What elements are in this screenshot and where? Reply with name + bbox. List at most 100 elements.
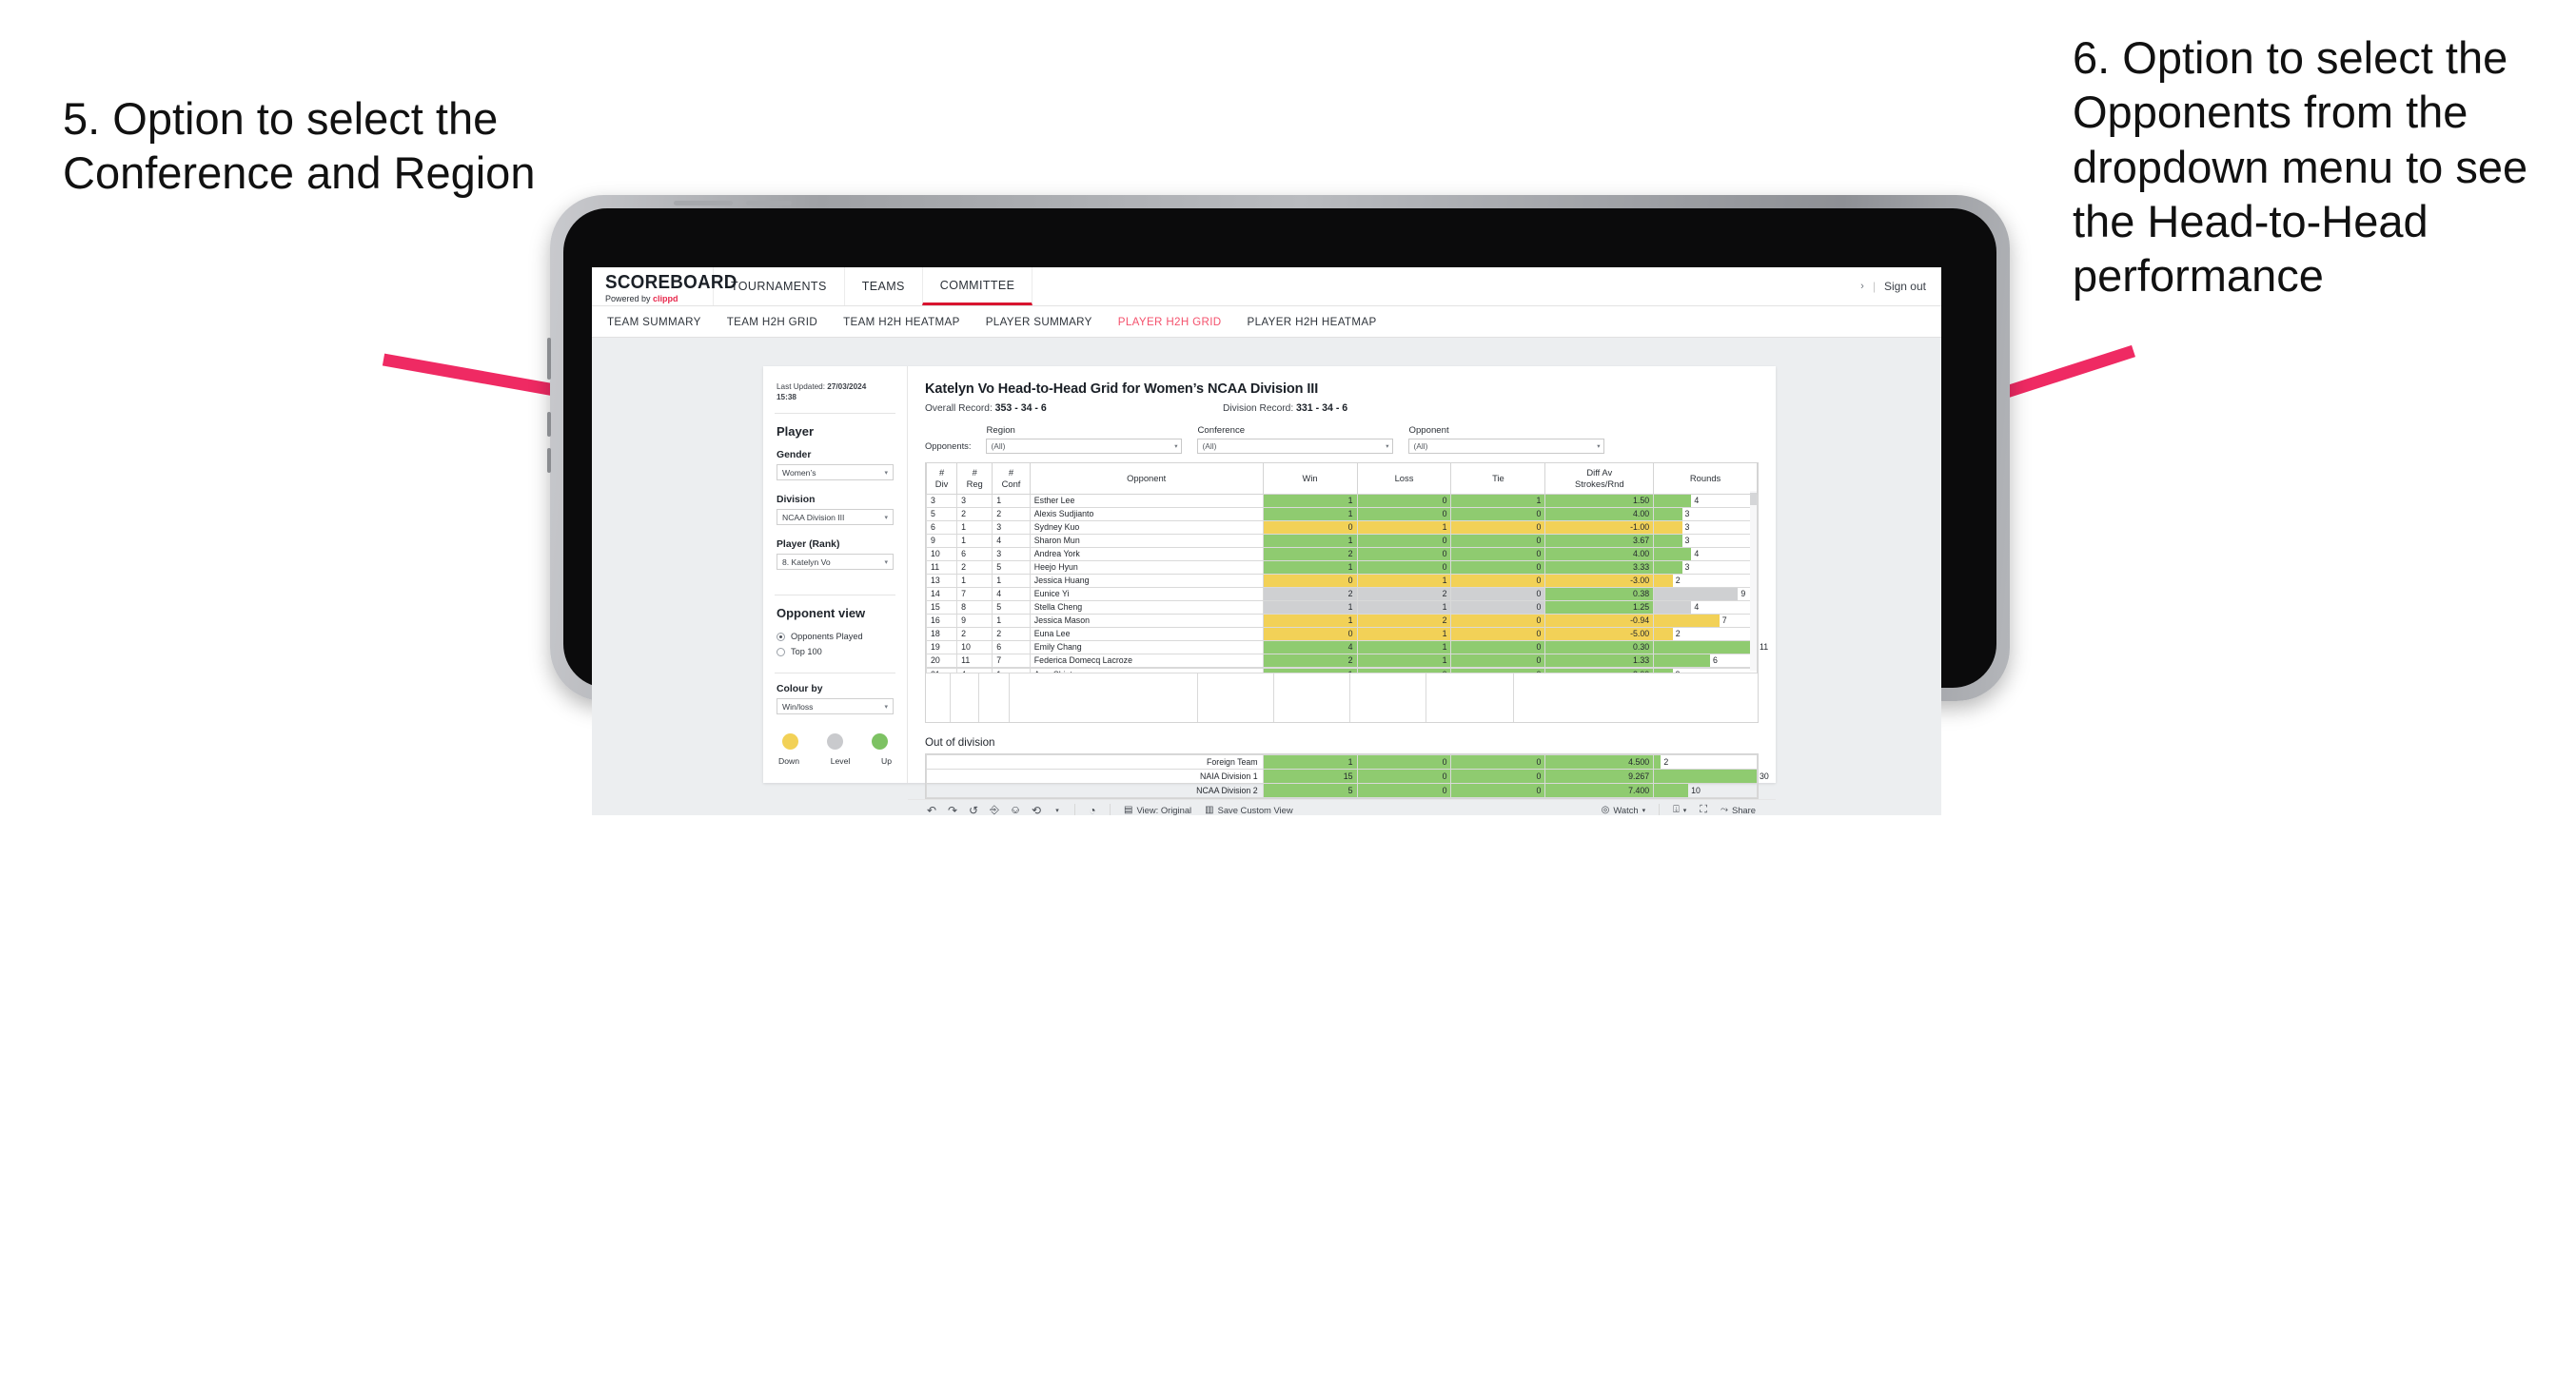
cell-loss: 2: [1356, 586, 1452, 601]
tab-player-summary[interactable]: PLAYER SUMMARY: [986, 316, 1092, 328]
table-header-win[interactable]: Win: [1262, 463, 1358, 495]
cell-reg: 2: [956, 506, 993, 521]
legend-label-level: Level: [830, 756, 851, 766]
clock-icon[interactable]: ◔: [1082, 800, 1103, 816]
refresh-data-icon[interactable]: ⎆: [984, 800, 1005, 815]
division-select[interactable]: NCAA Division III ▾: [777, 509, 894, 526]
cell-div: 3: [925, 493, 958, 508]
sidebar-heading-player: Player: [777, 424, 815, 439]
cell-reg: 2: [956, 559, 993, 575]
cell-diff: -3.00: [1544, 573, 1655, 588]
cell-diff: 4.00: [1544, 506, 1655, 521]
cell-div: 15: [925, 599, 958, 615]
page-title: Katelyn Vo Head-to-Head Grid for Women’s…: [925, 381, 1319, 397]
table-scrollbar[interactable]: [1750, 491, 1757, 671]
cell-win: 1: [1262, 613, 1358, 628]
ood-row[interactable]: NAIA Division 1 15 0 0 9.267 30: [926, 768, 1769, 784]
radio-label-opponents-played: Opponents Played: [791, 632, 863, 642]
player-rank-select[interactable]: 8. Katelyn Vo ▾: [777, 554, 894, 571]
division-value: NCAA Division III: [782, 512, 845, 522]
table-row[interactable]: 10 6 3 Andrea York 2 0 0 4.00 4: [925, 546, 1758, 561]
pause-updates-icon[interactable]: ⎉: [1005, 800, 1026, 815]
table-row[interactable]: 14 7 4 Eunice Yi 2 2 0 0.38 9: [925, 586, 1758, 601]
revert-icon[interactable]: ↺: [963, 800, 984, 816]
table-row[interactable]: 11 2 5 Heejo Hyun 1 0 0 3.33 3: [925, 559, 1758, 575]
last-updated-text: Last Updated: 27/03/2024 15:38: [763, 381, 907, 402]
colour-legend: Down Level Up: [763, 733, 907, 783]
cell-loss: 0: [1356, 533, 1452, 548]
watch-button[interactable]: ◎ Watch ▾: [1595, 805, 1652, 815]
cell-tie: 0: [1450, 599, 1546, 615]
tab-player-h2h-grid[interactable]: PLAYER H2H GRID: [1118, 316, 1222, 328]
cell-reg: 2: [956, 626, 993, 641]
filter-opponent-label: Opponent: [1408, 425, 1449, 436]
cell-opponent: Federica Domecq Lacroze: [1029, 653, 1264, 668]
table-row[interactable]: 15 8 5 Stella Cheng 1 1 0 1.25 4: [925, 599, 1758, 615]
table-row[interactable]: 16 9 1 Jessica Mason 1 2 0 -0.94 7: [925, 613, 1758, 628]
table-row[interactable]: 19 10 6 Emily Chang 4 1 0 0.30 11: [925, 639, 1768, 654]
save-custom-view-button[interactable]: ▥ Save Custom View: [1198, 805, 1299, 815]
filter-conference: Conference (All) ▾: [1197, 425, 1394, 454]
cell-diff: 9.267: [1544, 768, 1655, 784]
cell-conf: 2: [992, 506, 1031, 521]
cell-win: 1: [1262, 599, 1358, 615]
table-row[interactable]: 20 11 7 Federica Domecq Lacroze 2 1 0 1.33 6: [925, 653, 1758, 668]
ood-row[interactable]: Foreign Team 1 0 0 4.500 2: [926, 753, 1758, 770]
table-row[interactable]: 9 1 4 Sharon Mun 1 0 0 3.67 3: [925, 533, 1758, 548]
gender-select[interactable]: Women’s ▾: [777, 464, 894, 481]
filter-conference-select[interactable]: (All) ▾: [1197, 439, 1394, 454]
cell-div: 19: [925, 639, 958, 654]
table-scrollbar-thumb[interactable]: [1750, 493, 1757, 505]
chevron-right-icon[interactable]: ›: [1860, 281, 1864, 292]
filter-region-select[interactable]: (All) ▾: [986, 439, 1183, 454]
opponents-label: Opponents:: [925, 440, 972, 451]
tab-team-h2h-grid[interactable]: TEAM H2H GRID: [727, 316, 817, 328]
fullscreen-button[interactable]: ⛶: [1693, 804, 1714, 815]
cell-tie: 0: [1450, 586, 1546, 601]
table-row[interactable]: 18 2 2 Euna Lee 0 1 0 -5.00 2: [925, 626, 1758, 641]
table-header-tie[interactable]: Tie: [1450, 463, 1546, 495]
legend-dot-level: [827, 733, 843, 750]
share-button[interactable]: ⤳ Share: [1714, 805, 1762, 815]
tab-team-summary[interactable]: TEAM SUMMARY: [607, 316, 701, 328]
table-empty-area: [926, 672, 1758, 722]
table-header-div[interactable]: # Div: [925, 463, 958, 495]
table-header-conf[interactable]: # Conf: [992, 463, 1031, 495]
cell-tie: 0: [1450, 533, 1546, 548]
undo-icon[interactable]: ↶: [921, 800, 942, 816]
brand-logo[interactable]: SCOREBOARD Powered by clippd: [592, 267, 737, 305]
download-button[interactable]: ⍗ ▾: [1666, 804, 1693, 815]
topnav-item-teams[interactable]: TEAMS: [843, 267, 923, 305]
tab-player-h2h-heatmap[interactable]: PLAYER H2H HEATMAP: [1248, 316, 1377, 328]
annotation-step-6: 6. Option to select the Opponents from t…: [2073, 32, 2528, 302]
redo-icon[interactable]: ↷: [942, 800, 963, 816]
loop-icon[interactable]: ⟲: [1026, 800, 1047, 816]
loop-caret-icon[interactable]: ▾: [1047, 800, 1068, 816]
out-of-division-table: Foreign Team 1 0 0 4.500 2 NAIA Division 1 15 0 0…: [925, 752, 1769, 799]
table-header-loss[interactable]: Loss: [1356, 463, 1452, 495]
table-header-reg[interactable]: # Reg: [956, 463, 993, 495]
view-original-button[interactable]: ▤ View: Original: [1117, 805, 1198, 815]
filter-opponent-select[interactable]: (All) ▾: [1408, 439, 1605, 454]
table-header-opponent[interactable]: Opponent: [1029, 463, 1264, 495]
chevron-down-icon: ▾: [884, 558, 888, 566]
gender-label: Gender: [777, 450, 812, 461]
toolbar-divider-1: [1074, 804, 1075, 815]
table-header-rounds[interactable]: Rounds: [1653, 463, 1758, 495]
radio-opponents-played[interactable]: Opponents Played: [777, 632, 894, 641]
table-row[interactable]: 6 1 3 Sydney Kuo 0 1 0 -1.00 3: [925, 519, 1758, 535]
table-row[interactable]: 5 2 2 Alexis Sudjianto 1 0 0 4.00 3: [925, 506, 1758, 521]
colour-by-select[interactable]: Win/loss ▾: [777, 698, 894, 715]
sign-out-link[interactable]: Sign out: [1884, 280, 1926, 293]
cell-opponent: Stella Cheng: [1029, 599, 1264, 615]
ood-row[interactable]: NCAA Division 2 5 0 0 7.400 10: [926, 782, 1758, 798]
table-row[interactable]: 13 1 1 Jessica Huang 0 1 0 -3.00 2: [925, 573, 1758, 588]
tab-team-h2h-heatmap[interactable]: TEAM H2H HEATMAP: [843, 316, 960, 328]
table-row[interactable]: 3 3 1 Esther Lee 1 0 1 1.50 4: [925, 493, 1758, 508]
table-header-diff-av-strokes-rnd[interactable]: Diff Av Strokes/Rnd: [1544, 463, 1655, 495]
cell-conf: 7: [992, 653, 1031, 668]
topnav-item-committee[interactable]: COMMITTEE: [921, 267, 1033, 305]
cell-reg: 7: [956, 586, 993, 601]
radio-top-100[interactable]: Top 100: [777, 647, 894, 656]
cell-diff: 3.67: [1544, 533, 1655, 548]
